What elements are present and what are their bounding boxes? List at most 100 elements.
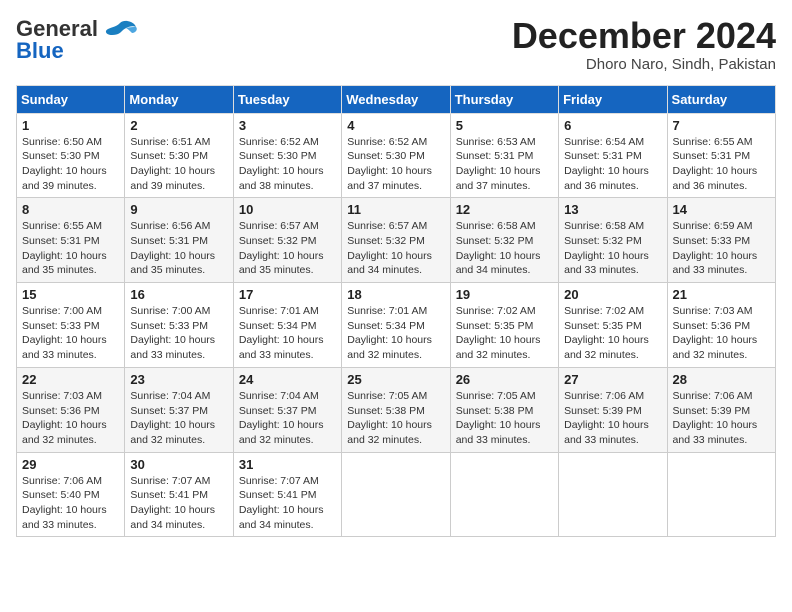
day-content: Sunrise: 6:53 AM Sunset: 5:31 PM Dayligh… — [456, 135, 553, 194]
day-number: 11 — [347, 202, 444, 217]
day-number: 29 — [22, 457, 119, 472]
day-number: 1 — [22, 118, 119, 133]
day-number: 18 — [347, 287, 444, 302]
day-content: Sunrise: 6:58 AM Sunset: 5:32 PM Dayligh… — [456, 219, 553, 278]
header-tuesday: Tuesday — [233, 85, 341, 113]
day-content: Sunrise: 6:59 AM Sunset: 5:33 PM Dayligh… — [673, 219, 770, 278]
day-content: Sunrise: 7:02 AM Sunset: 5:35 PM Dayligh… — [456, 304, 553, 363]
day-cell-16: 16Sunrise: 7:00 AM Sunset: 5:33 PM Dayli… — [125, 283, 233, 368]
day-cell-22: 22 Sunrise: 7:03 AM Sunset: 5:36 PM Dayli… — [17, 367, 125, 452]
day-content: Sunrise: 7:06 AM Sunset: 5:39 PM Dayligh… — [673, 389, 770, 448]
title-area: December 2024 Dhoro Naro, Sindh, Pakista… — [512, 16, 776, 73]
day-cell-18: 18 Sunrise: 7:01 AM Sunset: 5:34 PM Dayli… — [342, 283, 450, 368]
calendar-week-4: 22 Sunrise: 7:03 AM Sunset: 5:36 PM Dayli… — [17, 367, 776, 452]
day-cell-20: 20 Sunrise: 7:02 AM Sunset: 5:35 PM Dayli… — [559, 283, 667, 368]
day-number: 5 — [456, 118, 553, 133]
day-number: 22 — [22, 372, 119, 387]
day-cell-4: 4 Sunrise: 6:52 AM Sunset: 5:30 PM Daylig… — [342, 113, 450, 198]
calendar-week-3: 15 Sunrise: 7:00 AM Sunset: 5:33 PM Dayli… — [17, 283, 776, 368]
day-content: Sunrise: 6:57 AM Sunset: 5:32 PM Dayligh… — [239, 219, 336, 278]
day-cell-9: 9Sunrise: 6:56 AM Sunset: 5:31 PM Daylig… — [125, 198, 233, 283]
day-cell-7: 7Sunrise: 6:55 AM Sunset: 5:31 PM Daylig… — [667, 113, 775, 198]
day-number: 2 — [130, 118, 227, 133]
header-thursday: Thursday — [450, 85, 558, 113]
day-content: Sunrise: 6:54 AM Sunset: 5:31 PM Dayligh… — [564, 135, 661, 194]
day-cell-24: 24 Sunrise: 7:04 AM Sunset: 5:37 PM Dayli… — [233, 367, 341, 452]
header-area: General Blue December 2024 Dhoro Naro, S… — [16, 16, 776, 73]
day-content: Sunrise: 6:52 AM Sunset: 5:30 PM Dayligh… — [239, 135, 336, 194]
day-number: 13 — [564, 202, 661, 217]
day-cell-28: 28 Sunrise: 7:06 AM Sunset: 5:39 PM Dayli… — [667, 367, 775, 452]
day-cell-1: 1Sunrise: 6:50 AM Sunset: 5:30 PM Daylig… — [17, 113, 125, 198]
day-content: Sunrise: 7:03 AM Sunset: 5:36 PM Dayligh… — [22, 389, 119, 448]
day-content: Sunrise: 6:52 AM Sunset: 5:30 PM Dayligh… — [347, 135, 444, 194]
day-cell-27: 27 Sunrise: 7:06 AM Sunset: 5:39 PM Dayli… — [559, 367, 667, 452]
day-number: 24 — [239, 372, 336, 387]
calendar-week-2: 8 Sunrise: 6:55 AM Sunset: 5:31 PM Daylig… — [17, 198, 776, 283]
day-cell-29: 29 Sunrise: 7:06 AM Sunset: 5:40 PM Dayli… — [17, 452, 125, 537]
calendar-table: SundayMondayTuesdayWednesdayThursdayFrid… — [16, 85, 776, 538]
day-cell-13: 13 Sunrise: 6:58 AM Sunset: 5:32 PM Dayli… — [559, 198, 667, 283]
day-cell-31: 31 Sunrise: 7:07 AM Sunset: 5:41 PM Dayli… — [233, 452, 341, 537]
day-cell-15: 15 Sunrise: 7:00 AM Sunset: 5:33 PM Dayli… — [17, 283, 125, 368]
day-number: 25 — [347, 372, 444, 387]
day-content: Sunrise: 6:51 AM Sunset: 5:30 PM Dayligh… — [130, 135, 227, 194]
day-number: 23 — [130, 372, 227, 387]
empty-cell — [667, 452, 775, 537]
day-content: Sunrise: 7:00 AM Sunset: 5:33 PM Dayligh… — [22, 304, 119, 363]
day-cell-23: 23Sunrise: 7:04 AM Sunset: 5:37 PM Dayli… — [125, 367, 233, 452]
calendar-subtitle: Dhoro Naro, Sindh, Pakistan — [512, 56, 776, 73]
day-content: Sunrise: 7:07 AM Sunset: 5:41 PM Dayligh… — [130, 474, 227, 533]
day-content: Sunrise: 7:00 AM Sunset: 5:33 PM Dayligh… — [130, 304, 227, 363]
day-number: 4 — [347, 118, 444, 133]
day-number: 21 — [673, 287, 770, 302]
calendar-week-1: 1Sunrise: 6:50 AM Sunset: 5:30 PM Daylig… — [17, 113, 776, 198]
day-number: 15 — [22, 287, 119, 302]
header-wednesday: Wednesday — [342, 85, 450, 113]
day-number: 20 — [564, 287, 661, 302]
day-number: 31 — [239, 457, 336, 472]
day-cell-25: 25 Sunrise: 7:05 AM Sunset: 5:38 PM Dayli… — [342, 367, 450, 452]
day-cell-6: 6 Sunrise: 6:54 AM Sunset: 5:31 PM Daylig… — [559, 113, 667, 198]
day-content: Sunrise: 7:02 AM Sunset: 5:35 PM Dayligh… — [564, 304, 661, 363]
header-saturday: Saturday — [667, 85, 775, 113]
day-content: Sunrise: 7:05 AM Sunset: 5:38 PM Dayligh… — [347, 389, 444, 448]
day-content: Sunrise: 7:01 AM Sunset: 5:34 PM Dayligh… — [239, 304, 336, 363]
calendar-title: December 2024 — [512, 16, 776, 56]
day-content: Sunrise: 6:58 AM Sunset: 5:32 PM Dayligh… — [564, 219, 661, 278]
day-cell-3: 3 Sunrise: 6:52 AM Sunset: 5:30 PM Daylig… — [233, 113, 341, 198]
day-number: 27 — [564, 372, 661, 387]
day-number: 8 — [22, 202, 119, 217]
day-content: Sunrise: 7:06 AM Sunset: 5:39 PM Dayligh… — [564, 389, 661, 448]
day-content: Sunrise: 6:55 AM Sunset: 5:31 PM Dayligh… — [22, 219, 119, 278]
empty-cell — [559, 452, 667, 537]
day-content: Sunrise: 7:07 AM Sunset: 5:41 PM Dayligh… — [239, 474, 336, 533]
day-number: 3 — [239, 118, 336, 133]
day-cell-26: 26 Sunrise: 7:05 AM Sunset: 5:38 PM Dayli… — [450, 367, 558, 452]
day-content: Sunrise: 7:01 AM Sunset: 5:34 PM Dayligh… — [347, 304, 444, 363]
day-cell-21: 21Sunrise: 7:03 AM Sunset: 5:36 PM Dayli… — [667, 283, 775, 368]
empty-cell — [342, 452, 450, 537]
day-content: Sunrise: 7:04 AM Sunset: 5:37 PM Dayligh… — [239, 389, 336, 448]
day-cell-2: 2 Sunrise: 6:51 AM Sunset: 5:30 PM Daylig… — [125, 113, 233, 198]
header-monday: Monday — [125, 85, 233, 113]
calendar-week-5: 29 Sunrise: 7:06 AM Sunset: 5:40 PM Dayli… — [17, 452, 776, 537]
day-cell-11: 11 Sunrise: 6:57 AM Sunset: 5:32 PM Dayli… — [342, 198, 450, 283]
day-content: Sunrise: 6:57 AM Sunset: 5:32 PM Dayligh… — [347, 219, 444, 278]
day-number: 17 — [239, 287, 336, 302]
day-content: Sunrise: 7:06 AM Sunset: 5:40 PM Dayligh… — [22, 474, 119, 533]
day-content: Sunrise: 7:05 AM Sunset: 5:38 PM Dayligh… — [456, 389, 553, 448]
day-cell-30: 30Sunrise: 7:07 AM Sunset: 5:41 PM Dayli… — [125, 452, 233, 537]
day-number: 26 — [456, 372, 553, 387]
day-number: 10 — [239, 202, 336, 217]
logo-bird-icon — [102, 19, 138, 39]
day-content: Sunrise: 6:55 AM Sunset: 5:31 PM Dayligh… — [673, 135, 770, 194]
header-sunday: Sunday — [17, 85, 125, 113]
day-number: 14 — [673, 202, 770, 217]
day-cell-19: 19 Sunrise: 7:02 AM Sunset: 5:35 PM Dayli… — [450, 283, 558, 368]
day-number: 6 — [564, 118, 661, 133]
day-number: 9 — [130, 202, 227, 217]
day-cell-10: 10 Sunrise: 6:57 AM Sunset: 5:32 PM Dayli… — [233, 198, 341, 283]
day-number: 19 — [456, 287, 553, 302]
day-number: 28 — [673, 372, 770, 387]
